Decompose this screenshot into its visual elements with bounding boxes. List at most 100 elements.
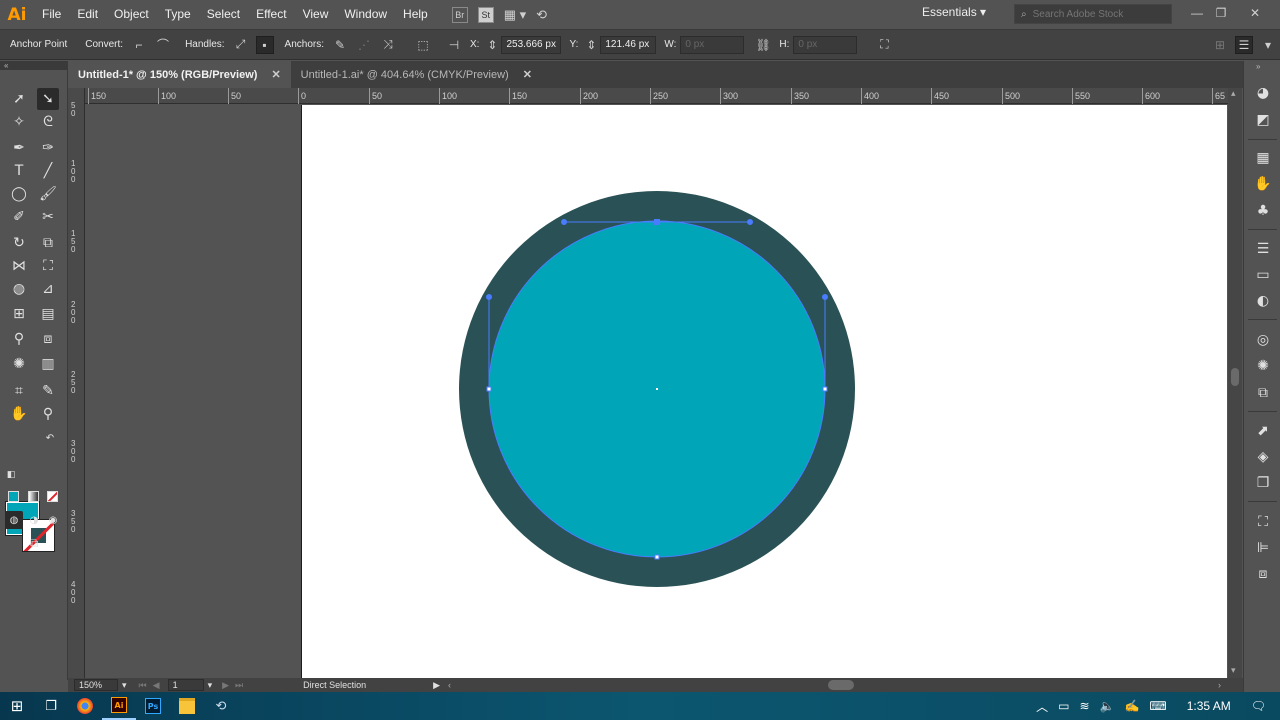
toolbar-collapse-icon[interactable]: « xyxy=(0,61,68,70)
scroll-left-icon[interactable]: ‹ xyxy=(448,680,451,690)
transform-panel-icon[interactable]: ⛶ xyxy=(1253,512,1273,532)
paintbrush-tool-icon[interactable]: 🖌 xyxy=(37,183,59,205)
zoom-dropdown-icon[interactable]: ▾ xyxy=(122,680,127,691)
tab-untitled-1-ai[interactable]: Untitled-1.ai* @ 404.64% (CMYK/Preview) … xyxy=(291,61,542,88)
close-icon[interactable]: ✕ xyxy=(271,68,280,81)
hide-handles-icon[interactable]: ▪ xyxy=(255,35,274,54)
show-hidden-icons-icon[interactable]: ︿ xyxy=(1036,698,1048,715)
graphic-styles-panel-icon[interactable]: ✺ xyxy=(1253,356,1273,376)
screen-mode-icon[interactable]: ⧉ xyxy=(22,534,46,552)
convert-to-smooth-icon[interactable]: ⌒ xyxy=(154,36,172,54)
horizontal-ruler[interactable]: 150 100 50 0 50 100 150 200 250 300 350 … xyxy=(85,88,1228,104)
brushes-panel-icon[interactable]: ✋ xyxy=(1253,174,1273,194)
draw-behind-icon[interactable]: ◑ xyxy=(25,511,43,529)
none-mode-icon[interactable] xyxy=(44,488,60,504)
artboard-dropdown-icon[interactable]: ▾ xyxy=(208,680,213,691)
gradient-tool-icon[interactable]: ▤ xyxy=(37,303,59,325)
workspace-switcher[interactable]: Essentials ▾ xyxy=(922,5,986,19)
dock-collapse-icon[interactable]: » xyxy=(1256,62,1260,71)
handle-point[interactable] xyxy=(561,219,567,225)
default-fill-stroke-icon[interactable]: ◧ xyxy=(4,468,18,482)
anchor-point[interactable] xyxy=(822,386,828,392)
magic-wand-tool-icon[interactable]: ✧ xyxy=(8,111,30,133)
panel-options-icon[interactable]: ▾ xyxy=(1259,36,1277,54)
align-panel-icon[interactable]: ⊫ xyxy=(1253,538,1273,558)
scale-tool-icon[interactable]: ⧉ xyxy=(37,232,59,254)
minimize-button[interactable]: — xyxy=(1184,4,1210,24)
free-transform-tool-icon[interactable]: ⛶ xyxy=(37,255,59,277)
gpu-performance-icon[interactable]: ⟲ xyxy=(536,7,547,23)
arrange-icon[interactable]: ⊞ xyxy=(1211,36,1229,54)
align-icon[interactable]: ⊣ xyxy=(445,36,463,54)
blend-tool-icon[interactable]: ⧈ xyxy=(37,328,59,350)
h-field[interactable]: 0 px xyxy=(793,35,858,54)
volume-icon[interactable]: 🔈 xyxy=(1100,699,1115,713)
stock-icon[interactable]: St xyxy=(477,6,494,23)
canvas-area[interactable] xyxy=(85,105,1228,678)
ellipse-tool-icon[interactable]: ◯ xyxy=(8,183,30,205)
close-icon[interactable]: ✕ xyxy=(523,68,532,81)
first-artboard-icon[interactable]: ⏮ xyxy=(139,680,147,691)
perspective-grid-tool-icon[interactable]: ⊿ xyxy=(37,278,59,300)
convert-to-corner-icon[interactable]: ⌐ xyxy=(130,36,148,54)
slice-tool-icon[interactable]: ✎ xyxy=(37,380,59,402)
clock[interactable]: 1:35 AM xyxy=(1187,699,1231,713)
vertical-ruler[interactable]: 50 100 150 200 250 300 350 400 xyxy=(68,88,85,678)
stroke-panel-icon[interactable]: ☰ xyxy=(1253,239,1273,259)
scroll-down-icon[interactable]: ▾ xyxy=(1231,665,1236,676)
file-explorer-icon[interactable] xyxy=(170,692,204,720)
menu-object[interactable]: Object xyxy=(106,0,157,29)
appearance-panel-icon[interactable]: ◎ xyxy=(1253,330,1273,350)
line-tool-icon[interactable]: ╱ xyxy=(37,160,59,182)
draw-normal-icon[interactable]: ◍ xyxy=(5,511,23,529)
anchor-point[interactable] xyxy=(654,219,660,225)
shaper-tool-icon[interactable]: ✐ xyxy=(8,206,30,228)
x-stepper-icon[interactable]: ⇕ xyxy=(483,36,501,54)
artboard-number-field[interactable]: 1 xyxy=(167,679,204,691)
menu-window[interactable]: Window xyxy=(336,0,395,29)
handle-point[interactable] xyxy=(486,294,492,300)
lasso-tool-icon[interactable]: ᘓ xyxy=(37,111,59,133)
layers-panel-icon[interactable]: ◈ xyxy=(1253,447,1273,467)
direct-selection-tool-icon[interactable]: ➘ xyxy=(37,88,59,110)
mesh-tool-icon[interactable]: ⊞ xyxy=(8,303,30,325)
task-view-icon[interactable]: ❐ xyxy=(34,692,68,720)
menu-help[interactable]: Help xyxy=(395,0,436,29)
keyboard-icon[interactable]: ⌨ xyxy=(1149,699,1166,713)
menu-type[interactable]: Type xyxy=(157,0,199,29)
handle-point[interactable] xyxy=(822,294,828,300)
next-artboard-icon[interactable]: ▶ xyxy=(222,680,229,691)
cut-path-icon[interactable]: ⋰ xyxy=(355,36,373,54)
export-panel-icon[interactable]: ⬈ xyxy=(1253,421,1273,441)
connect-anchors-icon[interactable]: ⤨ xyxy=(379,36,397,54)
artboard-tool-icon[interactable]: ⌗ xyxy=(8,380,30,402)
type-tool-icon[interactable]: T xyxy=(8,160,30,182)
remove-anchor-icon[interactable]: ✎ xyxy=(331,36,349,54)
device-icon[interactable]: ▭ xyxy=(1058,699,1069,713)
pen-workspace-icon[interactable]: ✍ xyxy=(1124,699,1139,713)
color-guide-icon[interactable]: ◩ xyxy=(1253,110,1273,130)
vertical-scroll-thumb[interactable] xyxy=(1231,368,1239,386)
shape-builder-tool-icon[interactable]: ◍ xyxy=(8,278,30,300)
scroll-right-icon[interactable]: › xyxy=(1218,680,1221,690)
artboards-panel-icon[interactable]: ❐ xyxy=(1253,473,1273,493)
swatches-panel-icon[interactable]: ▦ xyxy=(1253,148,1273,168)
pen-tool-icon[interactable]: ✒ xyxy=(8,137,30,159)
previous-artboard-icon[interactable]: ◀ xyxy=(153,680,160,691)
color-mode-icon[interactable] xyxy=(5,488,21,504)
gradient-mode-icon[interactable] xyxy=(25,488,41,504)
zoom-field[interactable]: 150% xyxy=(74,679,118,691)
gradient-panel-icon[interactable]: ▭ xyxy=(1253,265,1273,285)
scroll-up-icon[interactable]: ▴ xyxy=(1231,88,1236,99)
artboard[interactable] xyxy=(301,105,1227,678)
color-panel-icon[interactable]: ◕ xyxy=(1253,83,1273,103)
symbol-sprayer-tool-icon[interactable]: ✺ xyxy=(8,353,30,375)
constrain-link-icon[interactable]: ⛓ xyxy=(754,36,772,54)
selection-tool-icon[interactable]: ➚ xyxy=(8,88,30,110)
swap-fill-stroke-icon[interactable]: ↶ xyxy=(43,431,57,445)
w-field[interactable]: 0 px xyxy=(680,35,745,54)
image-trace-panel-icon[interactable]: ⧉ xyxy=(1253,383,1273,403)
search-input[interactable] xyxy=(1032,8,1163,20)
handle-point[interactable] xyxy=(747,219,753,225)
draw-inside-icon[interactable]: ◉ xyxy=(44,511,62,529)
